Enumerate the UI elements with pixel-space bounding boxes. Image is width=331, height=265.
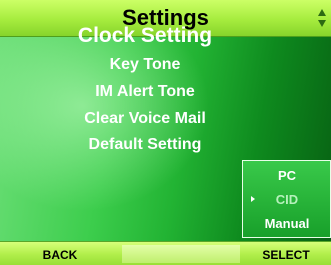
phone-screen: Settings Clock Setting Key Tone IM Alert… xyxy=(0,0,331,265)
softkey-center-blank xyxy=(122,245,240,263)
submenu-item-manual[interactable]: Manual xyxy=(243,213,331,235)
select-button[interactable]: SELECT xyxy=(241,242,331,265)
menu-item-clear-voice-mail[interactable]: Clear Voice Mail xyxy=(0,110,290,128)
softkey-bar: BACK SELECT xyxy=(0,241,331,265)
menu-item-default-setting[interactable]: Default Setting xyxy=(0,136,290,154)
back-button[interactable]: BACK xyxy=(0,242,120,265)
submenu-item-pc[interactable]: PC xyxy=(243,165,331,187)
menu-item-im-alert-tone[interactable]: IM Alert Tone xyxy=(0,83,290,101)
up-down-scroll-icon xyxy=(318,9,326,27)
menu-item-key-tone[interactable]: Key Tone xyxy=(0,56,290,74)
submenu-item-cid[interactable]: CID xyxy=(243,189,331,211)
clock-source-submenu: PC CID Manual xyxy=(242,160,331,238)
menu-item-clock-setting[interactable]: Clock Setting xyxy=(0,24,290,48)
